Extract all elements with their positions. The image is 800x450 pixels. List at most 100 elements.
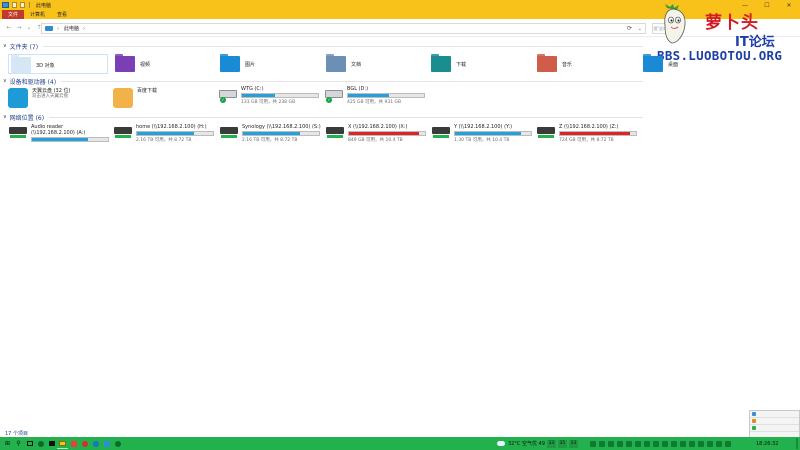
- app-icon[interactable]: [101, 438, 112, 449]
- tray-icon[interactable]: [653, 440, 659, 447]
- folder-icon: [2, 2, 9, 8]
- address-bar[interactable]: › 此电脑 › ⟳ ⌄: [41, 23, 646, 34]
- drive-free-space: 133 GB 可用，共 238 GB: [241, 100, 296, 105]
- start-icon[interactable]: ⊞: [2, 438, 13, 449]
- refresh-icon[interactable]: ⟳: [627, 25, 632, 32]
- usage-bar: [454, 131, 532, 136]
- network-drive-icon: [8, 125, 28, 141]
- network-drive-item[interactable]: Y (\\192.168.2.100) (Y:) 1.30 TB 可用，共 10.…: [431, 124, 534, 143]
- tray-icon[interactable]: [698, 440, 704, 447]
- folder-label: 视频: [140, 62, 151, 68]
- folder-item-pictures[interactable]: 图片: [220, 54, 255, 72]
- tray-badge[interactable]: 33: [546, 439, 556, 448]
- network-drive-item[interactable]: Synology (\\192.168.2.100) (S:) 2.16 TB 可…: [219, 124, 322, 143]
- drive-free-space: 724 GB 可用，共 8.72 TB: [559, 138, 614, 143]
- usage-bar-fill: [455, 132, 522, 135]
- tray-icon[interactable]: [689, 440, 695, 447]
- folder-item-documents[interactable]: 文档: [326, 54, 361, 72]
- section-folders-header[interactable]: ∨ 文件夹 (7): [3, 42, 643, 51]
- tray-badge[interactable]: 35: [557, 439, 567, 448]
- tray-icon[interactable]: [590, 440, 596, 447]
- new-folder-icon[interactable]: [20, 2, 25, 8]
- drive-item-c[interactable]: ✓ WTG (C:) 133 GB 可用，共 238 GB: [218, 86, 321, 105]
- section-devices-header[interactable]: ∨ 设备和驱动器 (4): [3, 77, 643, 86]
- tab-file[interactable]: 文件: [2, 10, 25, 19]
- hard-drive-icon: ✓: [218, 86, 238, 104]
- app-icon[interactable]: [90, 438, 101, 449]
- show-desktop-button[interactable]: [796, 438, 798, 449]
- tray-icon[interactable]: [662, 440, 668, 447]
- floating-tray-panel[interactable]: [749, 410, 800, 438]
- task-view-icon[interactable]: [24, 438, 35, 449]
- chevron-down-icon[interactable]: ∨: [3, 114, 7, 120]
- network-drive-item[interactable]: Audio reader (\\192.168.2.100) (A:): [8, 124, 111, 143]
- tray-icon[interactable]: [707, 440, 713, 447]
- drive-item-d[interactable]: ✓ BGL (D:) 425 GB 可用，共 931 GB: [324, 86, 427, 105]
- app-icon[interactable]: [752, 426, 756, 430]
- pictures-folder-icon: [220, 54, 240, 72]
- browser-icon[interactable]: [35, 438, 46, 449]
- network-drive-item[interactable]: home (\\192.168.2.100) (H:) 2.16 TB 可用，共 …: [113, 124, 216, 143]
- folder-item-videos[interactable]: 视频: [115, 54, 151, 72]
- tray-icon[interactable]: [608, 440, 614, 447]
- app-icon[interactable]: [79, 438, 90, 449]
- logo-title: 萝卜头: [705, 13, 759, 33]
- section-network-header[interactable]: ∨ 网络位置 (6): [3, 113, 643, 122]
- radish-mascot-icon: [664, 4, 686, 44]
- forward-button[interactable]: →: [14, 24, 24, 31]
- breadcrumb-chevron[interactable]: ›: [83, 26, 85, 32]
- tab-computer[interactable]: 计算机: [24, 10, 51, 19]
- app-icon[interactable]: [752, 419, 756, 423]
- section-title: 设备和驱动器 (4): [9, 78, 57, 86]
- system-tray: [590, 440, 731, 447]
- tray-icon[interactable]: [716, 440, 722, 447]
- usage-bar: [31, 137, 109, 142]
- network-drive-item[interactable]: X (\\192.168.2.100) (X:) 849 GB 可用，共 10.4…: [325, 124, 428, 143]
- recent-locations-button[interactable]: ⌄: [24, 24, 34, 31]
- usage-bar: [241, 93, 319, 98]
- downloads-folder-icon: [431, 54, 451, 72]
- tray-icon[interactable]: [617, 440, 623, 447]
- chevron-down-icon[interactable]: ⌄: [638, 26, 642, 32]
- breadcrumb-this-pc[interactable]: 此电脑: [64, 25, 79, 32]
- chevron-down-icon[interactable]: ∨: [3, 43, 7, 49]
- tray-icon[interactable]: [644, 440, 650, 447]
- weather-widget[interactable]: 32°C 空气优 49 33 35 33: [495, 438, 578, 449]
- tray-icon[interactable]: [671, 440, 677, 447]
- chevron-down-icon[interactable]: ∨: [3, 78, 7, 84]
- tray-icon[interactable]: [635, 440, 641, 447]
- section-title: 网络位置 (6): [9, 114, 45, 122]
- divider: [29, 2, 30, 8]
- tray-icon[interactable]: [626, 440, 632, 447]
- app-icon[interactable]: [112, 438, 123, 449]
- back-button[interactable]: ←: [4, 24, 14, 31]
- properties-icon[interactable]: [12, 2, 17, 8]
- file-explorer-icon[interactable]: [57, 438, 68, 449]
- folder-item-downloads[interactable]: 下载: [431, 54, 466, 72]
- desktop-folder-icon: [643, 54, 663, 72]
- app-icon[interactable]: [752, 412, 756, 416]
- cloud-drive-item[interactable]: 天翼云盘 (32 位) 双击进入天翼云盘: [8, 88, 70, 108]
- baidu-download-item[interactable]: 百度下载: [113, 88, 157, 108]
- weather-text: 32°C 空气优 49: [508, 441, 545, 447]
- taskbar-clock[interactable]: 18:26:32: [756, 441, 778, 447]
- app-icon[interactable]: [68, 438, 79, 449]
- search-icon[interactable]: ⚲: [13, 438, 24, 449]
- usage-bar-fill: [348, 94, 390, 97]
- network-drive-icon: [219, 125, 239, 141]
- folder-item-desktop[interactable]: 桌面: [643, 54, 678, 72]
- 3d-objects-folder-icon: [11, 55, 31, 73]
- camera-icon[interactable]: [46, 438, 57, 449]
- tab-view[interactable]: 查看: [51, 10, 73, 19]
- folder-item-music[interactable]: 音乐: [537, 54, 572, 72]
- usage-bar: [559, 131, 637, 136]
- usage-bar: [242, 131, 320, 136]
- tray-icon[interactable]: [599, 440, 605, 447]
- network-drive-item[interactable]: Z (\\192.168.2.100) (Z:) 724 GB 可用，共 8.72…: [536, 124, 639, 143]
- tray-icon[interactable]: [725, 440, 731, 447]
- folder-item-3d-objects[interactable]: 3D 对象: [8, 54, 108, 74]
- usage-bar-fill: [242, 94, 276, 97]
- tray-icon[interactable]: [680, 440, 686, 447]
- drive-name: WTG (C:): [241, 86, 264, 92]
- tray-badge[interactable]: 33: [568, 439, 578, 448]
